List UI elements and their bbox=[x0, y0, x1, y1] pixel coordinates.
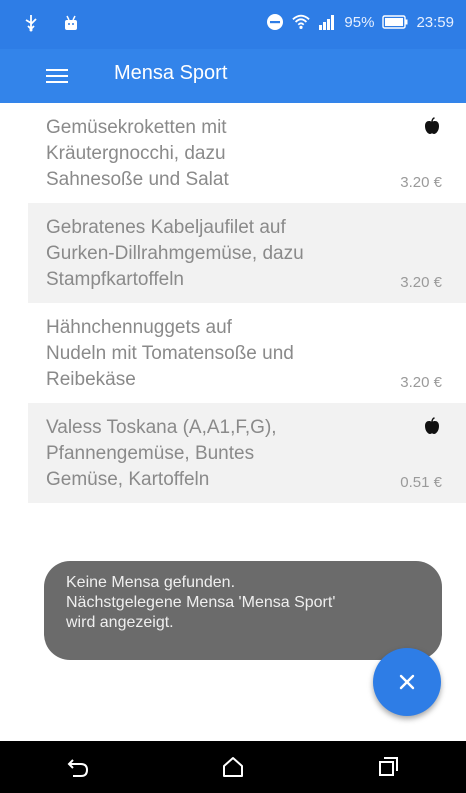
navigation-bar bbox=[0, 741, 466, 793]
close-icon bbox=[399, 674, 415, 690]
meal-price: 3.20 € bbox=[400, 174, 442, 191]
apple-icon bbox=[425, 117, 439, 134]
menu-list: Gemüsekroketten mit Kräutergnocchi, dazu… bbox=[28, 103, 466, 503]
home-button[interactable] bbox=[203, 747, 263, 787]
apple-icon bbox=[425, 417, 439, 434]
meal-name: Gemüsekroketten mit Kräutergnocchi, dazu… bbox=[46, 117, 229, 190]
list-item[interactable]: Valess Toskana (A,A1,F,G), Pfannengemüse… bbox=[28, 403, 466, 503]
list-item[interactable]: Hähnchennuggets auf Nudeln mit Tomatenso… bbox=[28, 303, 466, 403]
meal-price: 0.51 € bbox=[400, 474, 442, 491]
page-title: Mensa Sport bbox=[114, 62, 228, 84]
meal-price: 3.20 € bbox=[400, 374, 442, 391]
hamburger-menu-icon[interactable] bbox=[46, 69, 68, 83]
screen: 95% 23:59 Mensa Sport Gemüsekroketten mi… bbox=[0, 0, 466, 793]
meal-name: Gebratenes Kabeljaufilet auf Gurken-Dill… bbox=[46, 217, 304, 290]
status-bar: 95% 23:59 bbox=[0, 0, 466, 49]
meal-price: 3.20 € bbox=[400, 274, 442, 291]
home-icon bbox=[222, 757, 243, 777]
battery-icon bbox=[382, 15, 408, 29]
app-bar: Mensa Sport bbox=[0, 49, 466, 103]
recents-icon bbox=[379, 757, 399, 776]
snackbar-line: Nächstgelegene Mensa 'Mensa Sport' bbox=[66, 594, 336, 611]
list-item[interactable]: Gemüsekroketten mit Kräutergnocchi, dazu… bbox=[28, 103, 466, 203]
do-not-disturb-icon bbox=[267, 14, 284, 30]
clock: 23:59 bbox=[416, 13, 454, 31]
meal-name: Valess Toskana (A,A1,F,G), Pfannengemüse… bbox=[46, 417, 277, 490]
battery-percent: 95% bbox=[344, 13, 375, 31]
back-button[interactable] bbox=[48, 747, 108, 787]
usb-icon bbox=[25, 15, 37, 32]
android-icon bbox=[65, 15, 77, 30]
wifi-icon bbox=[292, 14, 311, 30]
snackbar: Keine Mensa gefunden. Nächstgelegene Men… bbox=[44, 561, 442, 660]
meal-name: Hähnchennuggets auf Nudeln mit Tomatenso… bbox=[46, 317, 294, 390]
close-fab-button[interactable] bbox=[373, 648, 441, 716]
snackbar-line: Keine Mensa gefunden. bbox=[66, 574, 236, 591]
signal-icon bbox=[319, 15, 335, 30]
list-item[interactable]: Gebratenes Kabeljaufilet auf Gurken-Dill… bbox=[28, 203, 466, 303]
back-icon bbox=[67, 759, 88, 777]
snackbar-line: wird angezeigt. bbox=[66, 614, 174, 631]
recents-button[interactable] bbox=[358, 747, 418, 787]
